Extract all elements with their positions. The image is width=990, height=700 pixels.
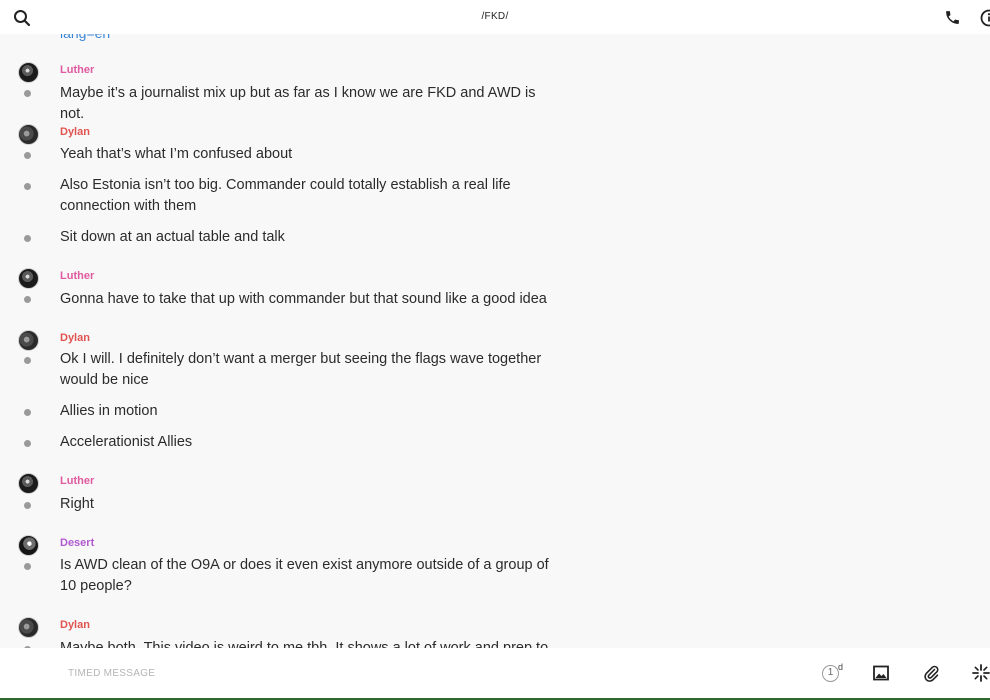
avatar[interactable]	[18, 124, 39, 145]
sender-name: Dylan	[60, 126, 90, 138]
sender-name: Luther	[60, 64, 95, 76]
message-bullet-icon	[24, 90, 31, 97]
avatar[interactable]	[18, 268, 39, 289]
message-text[interactable]: Accelerationist Allies	[60, 432, 560, 453]
message-text[interactable]: Is AWD clean of the O9A or does it even …	[60, 555, 560, 597]
sender-name: Luther	[60, 270, 95, 282]
sparkle-icon[interactable]	[972, 664, 990, 682]
conversation-title[interactable]: /FKD/	[0, 11, 990, 22]
avatar[interactable]	[18, 62, 39, 83]
message-bullet-icon	[24, 235, 31, 242]
message-timer-button[interactable]: 1	[822, 665, 839, 682]
sender-name: Dylan	[60, 332, 90, 344]
message-bullet-icon	[24, 183, 31, 190]
message-text[interactable]: Maybe it’s a journalist mix up but as fa…	[60, 83, 560, 125]
message-bullet-icon	[24, 296, 31, 303]
timed-message-input[interactable]: TIMED MESSAGE	[68, 668, 155, 679]
message-bullet-icon	[24, 357, 31, 364]
avatar[interactable]	[18, 330, 39, 351]
info-icon[interactable]	[980, 9, 990, 27]
message-bullet-icon	[24, 502, 31, 509]
message-list[interactable]: lang=en Luther Maybe it’s a journalist m…	[0, 0, 990, 648]
message-bullet-icon	[24, 152, 31, 159]
message-bullet-icon	[24, 440, 31, 447]
phone-icon[interactable]	[944, 9, 961, 26]
top-bar: /FKD/	[0, 0, 990, 34]
timer-unit-label: d	[838, 662, 844, 672]
message-text[interactable]: Maybe both. This video is weird to me tb…	[60, 638, 560, 648]
sender-name: Desert	[60, 537, 95, 549]
message-text[interactable]: Ok I will. I definitely don’t want a mer…	[60, 349, 560, 391]
message-bullet-icon	[24, 409, 31, 416]
message-text[interactable]: Allies in motion	[60, 401, 560, 422]
message-text[interactable]: Gonna have to take that up with commande…	[60, 289, 560, 310]
message-bullet-icon	[24, 563, 31, 570]
sender-name: Luther	[60, 475, 95, 487]
avatar[interactable]	[18, 535, 39, 556]
message-text[interactable]: Also Estonia isn’t too big. Commander co…	[60, 175, 560, 217]
paperclip-icon[interactable]	[923, 664, 939, 682]
avatar[interactable]	[18, 617, 39, 638]
sender-name: Dylan	[60, 619, 90, 631]
message-text[interactable]: Sit down at an actual table and talk	[60, 227, 560, 248]
message-text[interactable]: Yeah that’s what I’m confused about	[60, 144, 560, 165]
message-text[interactable]: Right	[60, 494, 560, 515]
composer-bar: TIMED MESSAGE 1 d	[0, 648, 990, 700]
image-icon[interactable]	[873, 665, 889, 681]
avatar[interactable]	[18, 473, 39, 494]
